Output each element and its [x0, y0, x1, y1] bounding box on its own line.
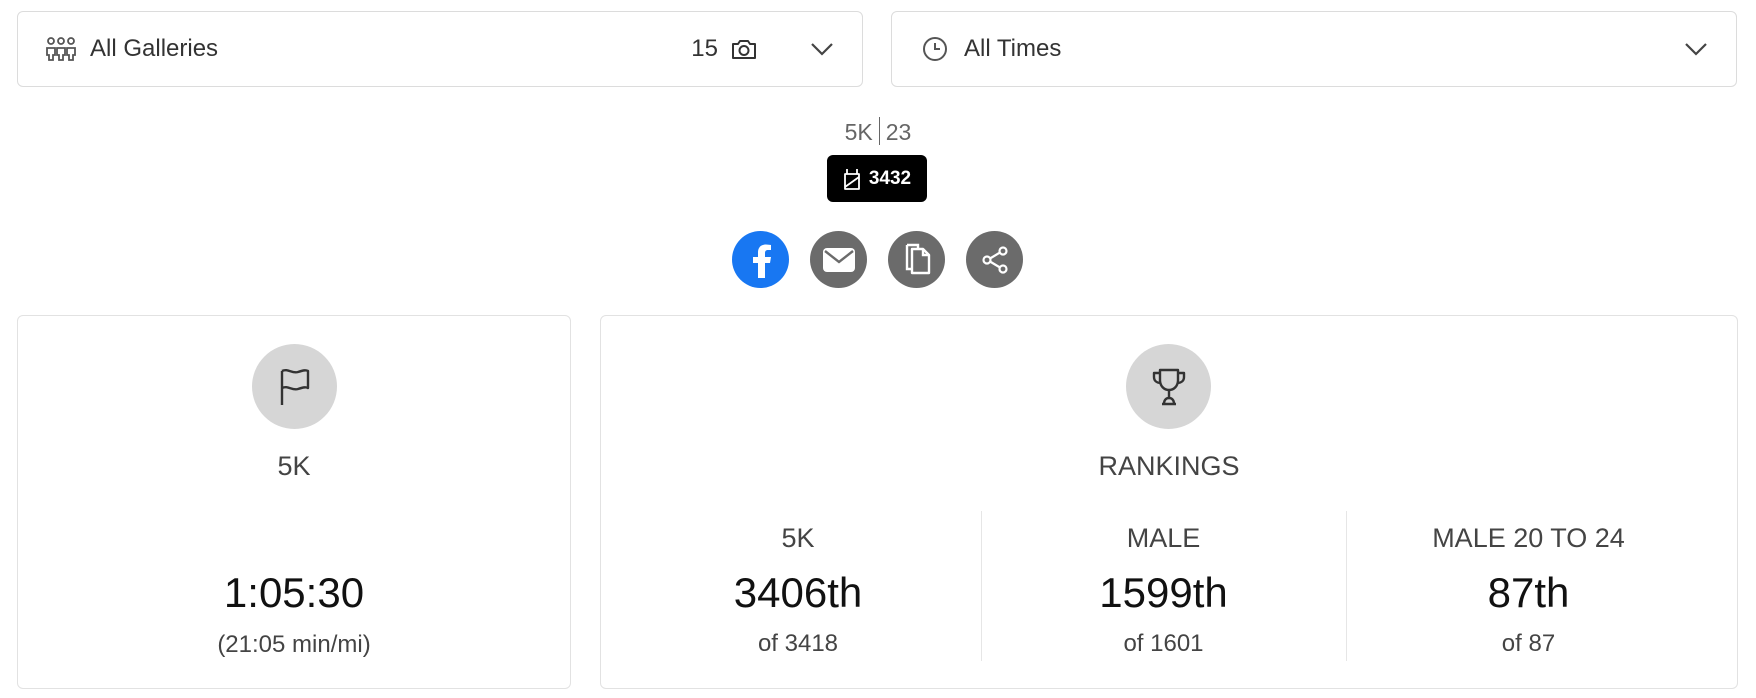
email-icon: [822, 247, 855, 272]
ranking-gender: MALE 1599th of 1601: [981, 511, 1345, 661]
trophy-icon: [1126, 344, 1211, 429]
share-button[interactable]: [966, 231, 1023, 288]
ranking-total: of 1601: [1123, 630, 1204, 657]
race-name: 5K: [844, 119, 873, 145]
chevron-down-icon: [1685, 43, 1707, 56]
ranking-overall: 5K 3406th of 3418: [616, 511, 980, 661]
ranking-label: 5K: [781, 523, 815, 553]
divider: [878, 117, 880, 145]
bib-icon: [843, 168, 860, 190]
photo-count: 15: [691, 35, 718, 62]
finish-time: 1:05:30: [223, 569, 365, 616]
race-age-info: 5K 23: [0, 117, 1756, 146]
ranking-age-group: MALE 20 TO 24 87th of 87: [1346, 511, 1710, 661]
share-icon: [981, 245, 1008, 274]
ranking-place: 87th: [1487, 569, 1570, 616]
rankings-card: RANKINGS 5K 3406th of 3418 MALE 1599th o…: [600, 315, 1738, 689]
ranking-label: MALE 20 TO 24: [1432, 523, 1625, 553]
galleries-label: All Galleries: [90, 35, 219, 62]
copy-link-button[interactable]: [888, 231, 945, 288]
bib-number: 3432: [868, 167, 912, 189]
share-row: [732, 231, 1023, 288]
facebook-share-button[interactable]: [732, 231, 789, 288]
ranking-place: 3406th: [733, 569, 863, 616]
camera-icon: [732, 40, 756, 59]
facebook-icon: [752, 244, 771, 278]
ranking-total: of 87: [1501, 630, 1556, 657]
participant-age: 23: [885, 119, 912, 145]
email-share-button[interactable]: [810, 231, 867, 288]
chevron-down-icon: [811, 43, 833, 56]
race-title: 5K: [277, 451, 311, 481]
clock-icon: [918, 35, 952, 63]
pace: (21:05 min/mi): [217, 631, 371, 658]
ranking-total: of 3418: [757, 630, 839, 657]
rankings-title: RANKINGS: [1098, 451, 1240, 481]
galleries-dropdown[interactable]: All Galleries 15: [17, 11, 863, 87]
people-group-icon: [44, 35, 78, 63]
bib-badge: 3432: [827, 155, 927, 202]
ranking-label: MALE: [1126, 523, 1201, 553]
finish-time-card: 5K 1:05:30 (21:05 min/mi): [17, 315, 571, 689]
flag-icon: [252, 344, 337, 429]
ranking-place: 1599th: [1099, 569, 1228, 616]
times-label: All Times: [964, 35, 1062, 62]
copy-icon: [905, 243, 930, 274]
times-dropdown[interactable]: All Times: [891, 11, 1737, 87]
